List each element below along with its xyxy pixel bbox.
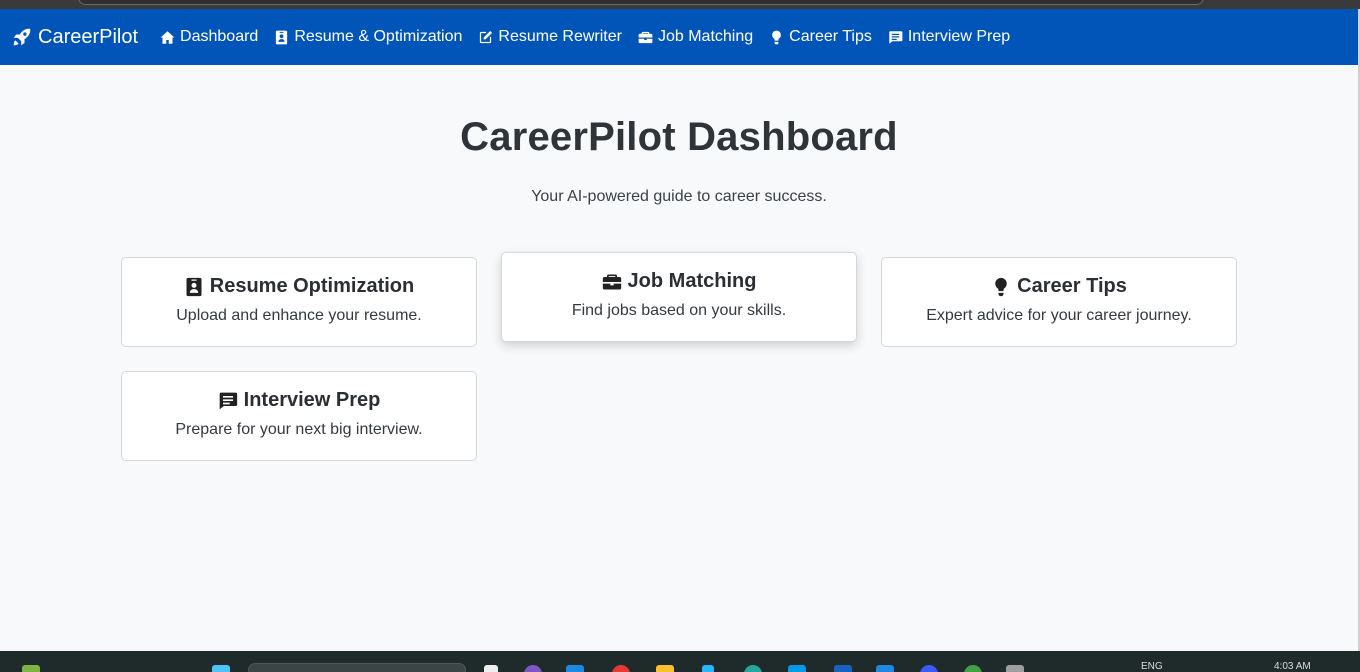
card-description: Prepare for your next big interview.	[175, 421, 423, 438]
card-title: Interview Prep	[243, 389, 381, 411]
nav-item-label: Job Matching	[657, 28, 754, 45]
top-navbar: CareerPilot Dashboard Resume & Optimizat…	[0, 9, 1358, 65]
app-icon[interactable]	[788, 665, 806, 672]
app-icon[interactable]	[744, 665, 762, 672]
nav-item-dashboard[interactable]: Dashboard	[160, 28, 258, 46]
nav-item-label: Dashboard	[180, 28, 259, 45]
lightbulb-icon	[995, 277, 1007, 296]
folder-icon[interactable]	[656, 665, 674, 672]
card-career-tips[interactable]: Career Tips Expert advice for your caree…	[881, 257, 1237, 347]
lightbulb-icon	[772, 30, 781, 44]
comment-icon	[219, 392, 237, 409]
page-subtitle: Your AI-powered guide to career success.	[531, 188, 827, 205]
briefcase-icon	[638, 31, 653, 43]
app-icon[interactable]	[702, 665, 714, 672]
nav-item-label: Career Tips	[789, 28, 872, 45]
brand-label: CareerPilot	[38, 25, 139, 48]
nav-item-label: Resume & Optimization	[294, 28, 463, 45]
briefcase-icon	[602, 274, 621, 289]
nav-item-resume-optimization[interactable]: Resume & Optimization	[274, 28, 462, 46]
comment-icon	[889, 30, 903, 44]
app-icon[interactable]	[964, 665, 982, 672]
address-bar[interactable]	[78, 0, 1204, 5]
language-indicator[interactable]: ENG	[1141, 661, 1163, 672]
id-badge-icon	[186, 277, 202, 296]
app-icon[interactable]	[876, 665, 894, 672]
app-icon[interactable]	[920, 665, 938, 672]
card-interview-prep[interactable]: Interview Prep Prepare for your next big…	[121, 371, 477, 461]
clock[interactable]: 4:03 AM	[1274, 661, 1311, 672]
page-viewport: CareerPilot Dashboard Resume & Optimizat…	[0, 9, 1358, 651]
app-icon[interactable]	[566, 665, 584, 672]
nav-item-resume-rewriter[interactable]: Resume Rewriter	[478, 28, 622, 46]
app-icon[interactable]	[524, 665, 542, 672]
app-icon[interactable]	[612, 665, 630, 672]
os-taskbar: ENG 4:03 AM	[0, 651, 1360, 672]
nav-item-career-tips[interactable]: Career Tips	[769, 28, 872, 46]
card-description: Upload and enhance your resume.	[176, 307, 422, 324]
app-icon[interactable]	[834, 665, 852, 672]
nav-item-label: Interview Prep	[907, 28, 1011, 45]
card-title: Resume Optimization	[209, 275, 415, 297]
nav-item-job-matching[interactable]: Job Matching	[638, 28, 753, 46]
edit-icon	[480, 30, 493, 43]
nav-item-interview-prep[interactable]: Interview Prep	[888, 28, 1010, 46]
brand-link[interactable]: CareerPilot	[12, 26, 138, 49]
card-job-matching[interactable]: Job Matching Find jobs based on your ski…	[501, 252, 857, 342]
card-description: Expert advice for your career journey.	[926, 307, 1192, 324]
taskbar-search[interactable]	[248, 663, 466, 672]
nav-item-label: Resume Rewriter	[498, 28, 622, 45]
card-title: Job Matching	[627, 270, 757, 292]
app-icon[interactable]	[22, 665, 40, 672]
card-title: Career Tips	[1017, 275, 1127, 297]
rocket-icon	[13, 28, 31, 46]
card-resume-optimization[interactable]: Resume Optimization Upload and enhance y…	[121, 257, 477, 347]
app-icon[interactable]	[1006, 665, 1024, 672]
start-icon[interactable]	[212, 665, 230, 672]
home-icon	[160, 30, 175, 44]
browser-chrome	[0, 0, 1360, 9]
card-description: Find jobs based on your skills.	[571, 302, 787, 319]
page-title: CareerPilot Dashboard	[460, 115, 898, 159]
id-badge-icon	[276, 30, 288, 44]
app-icon[interactable]	[484, 665, 498, 672]
